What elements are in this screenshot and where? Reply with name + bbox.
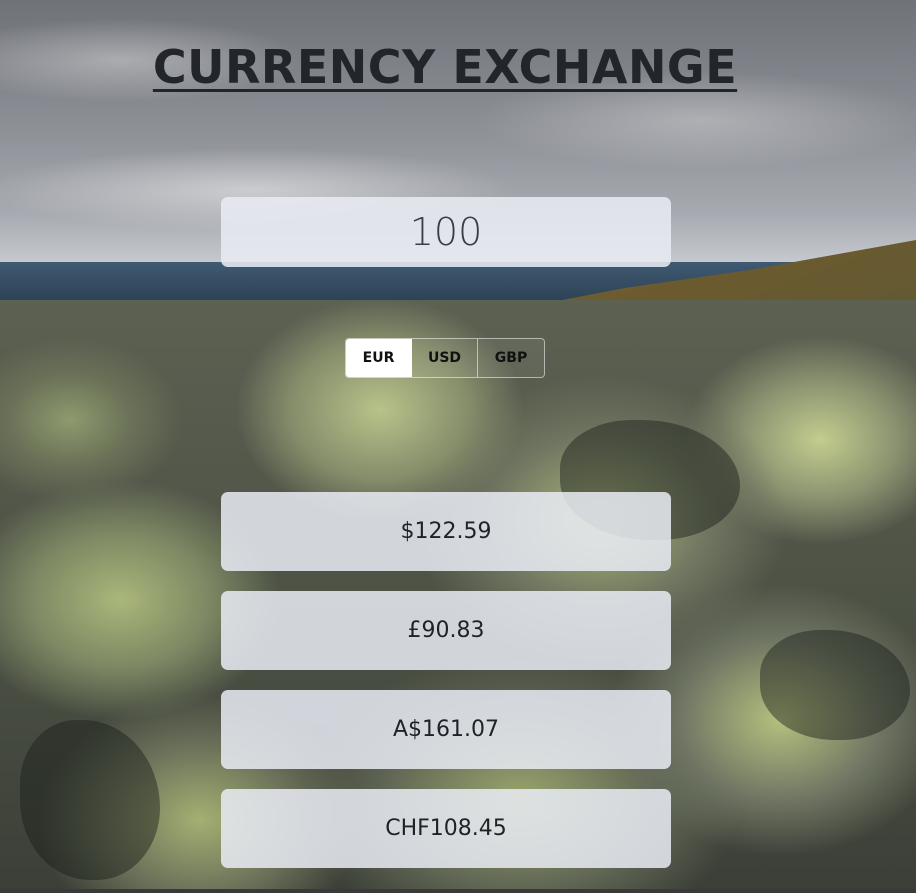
result-card-chf: CHF108.45	[221, 789, 671, 868]
currency-toggle: EUR USD GBP	[345, 338, 545, 378]
result-card-gbp: £90.83	[221, 591, 671, 670]
bottom-edge	[0, 889, 916, 893]
results-list: $122.59 £90.83 A$161.07 CHF108.45	[221, 492, 671, 888]
result-card-aud: A$161.07	[221, 690, 671, 769]
amount-input[interactable]	[221, 197, 671, 267]
result-card-usd: $122.59	[221, 492, 671, 571]
currency-button-gbp[interactable]: GBP	[478, 339, 544, 377]
currency-exchange-app: CURRENCY EXCHANGE EUR USD GBP $122.59 £9…	[0, 0, 916, 893]
currency-button-usd[interactable]: USD	[412, 339, 478, 377]
currency-button-eur[interactable]: EUR	[346, 339, 412, 377]
page-title: CURRENCY EXCHANGE	[152, 40, 738, 94]
